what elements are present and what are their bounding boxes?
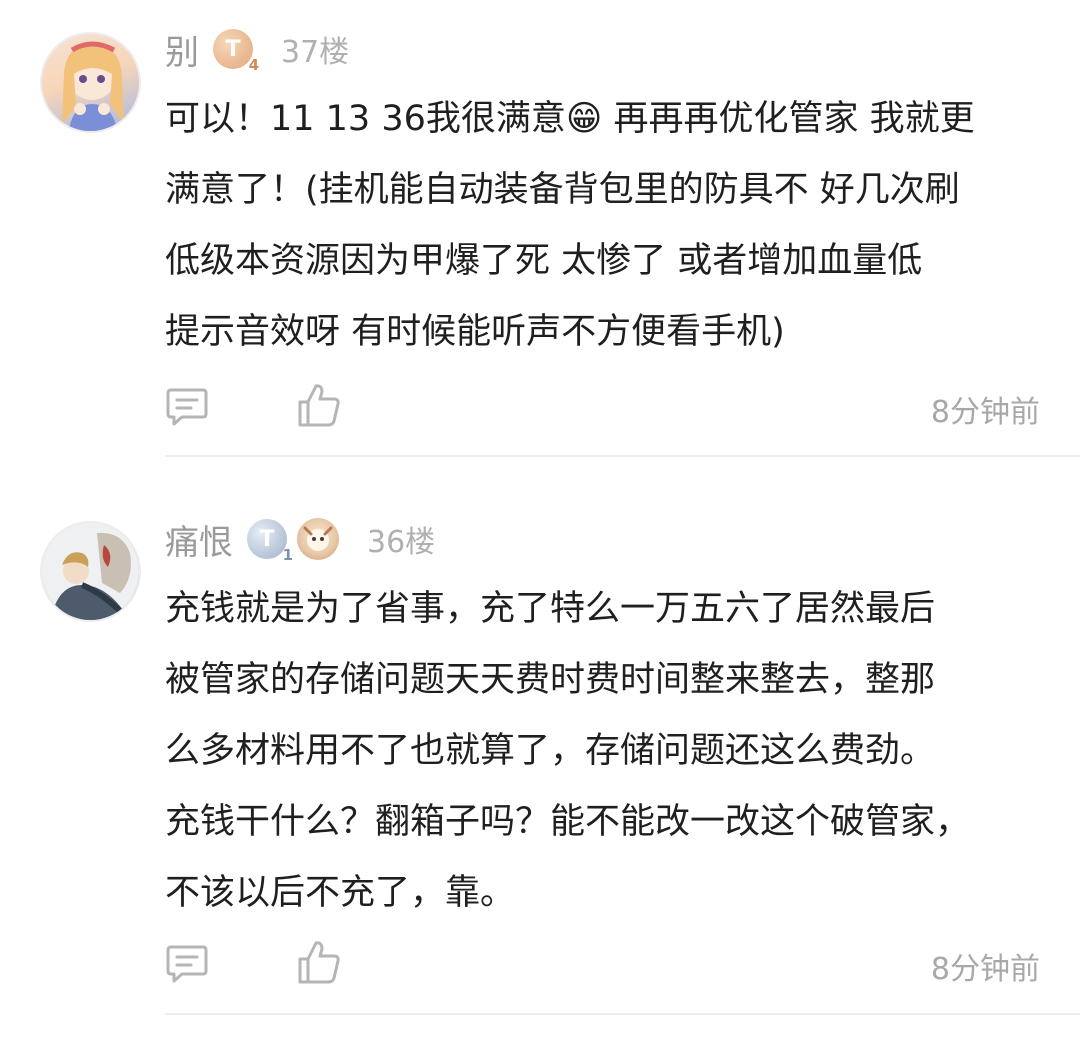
timestamp: 8分钟前 [930,952,1040,987]
divider [165,1013,1080,1015]
level-letter: T [225,36,241,62]
avatar[interactable] [40,521,141,622]
author-name[interactable]: 别 [165,25,199,74]
comment-item: 别 T 4 37楼 可以！11 13 36我很满意😁 再再再优化管家 我就更 满… [0,0,1080,457]
comment-text: 可以！11 13 36我很满意😁 再再再优化管家 我就更 满意了！(挂机能自动装… [165,99,975,352]
avatar[interactable] [40,32,141,133]
avatar-image [62,41,124,131]
level-number: 1 [282,546,293,564]
avatar-image [42,523,139,620]
comment-text: 充钱就是为了省事，充了特么一万五六了居然最后 被管家的存储问题天天费时费时间整来… [165,589,971,913]
comment-icon[interactable] [165,384,209,428]
level-badge: T 4 [213,29,259,74]
thumbs-up-icon[interactable] [297,382,341,428]
level-badge: T 1 [247,519,293,564]
level-number: 4 [248,56,259,74]
action-bar: 8分钟前 [165,381,1040,431]
author-name[interactable]: 痛恨 [165,515,233,564]
level-letter: T [259,526,275,552]
thumbs-up-icon[interactable] [297,939,341,985]
medal-badge-icon [297,518,339,560]
action-bar: 8分钟前 [165,938,1040,988]
comment-item: 痛恨 T 1 36楼 充钱就是为了省事，充了特么一万五六了居然最后 被管家的存储… [0,457,1080,1050]
timestamp: 8分钟前 [930,395,1040,430]
floor-number: 37楼 [281,35,350,70]
author-row: 别 T 4 37楼 [165,24,349,74]
floor-number: 36楼 [367,525,436,560]
author-row: 痛恨 T 1 36楼 [165,514,435,564]
comment-icon[interactable] [165,941,209,985]
